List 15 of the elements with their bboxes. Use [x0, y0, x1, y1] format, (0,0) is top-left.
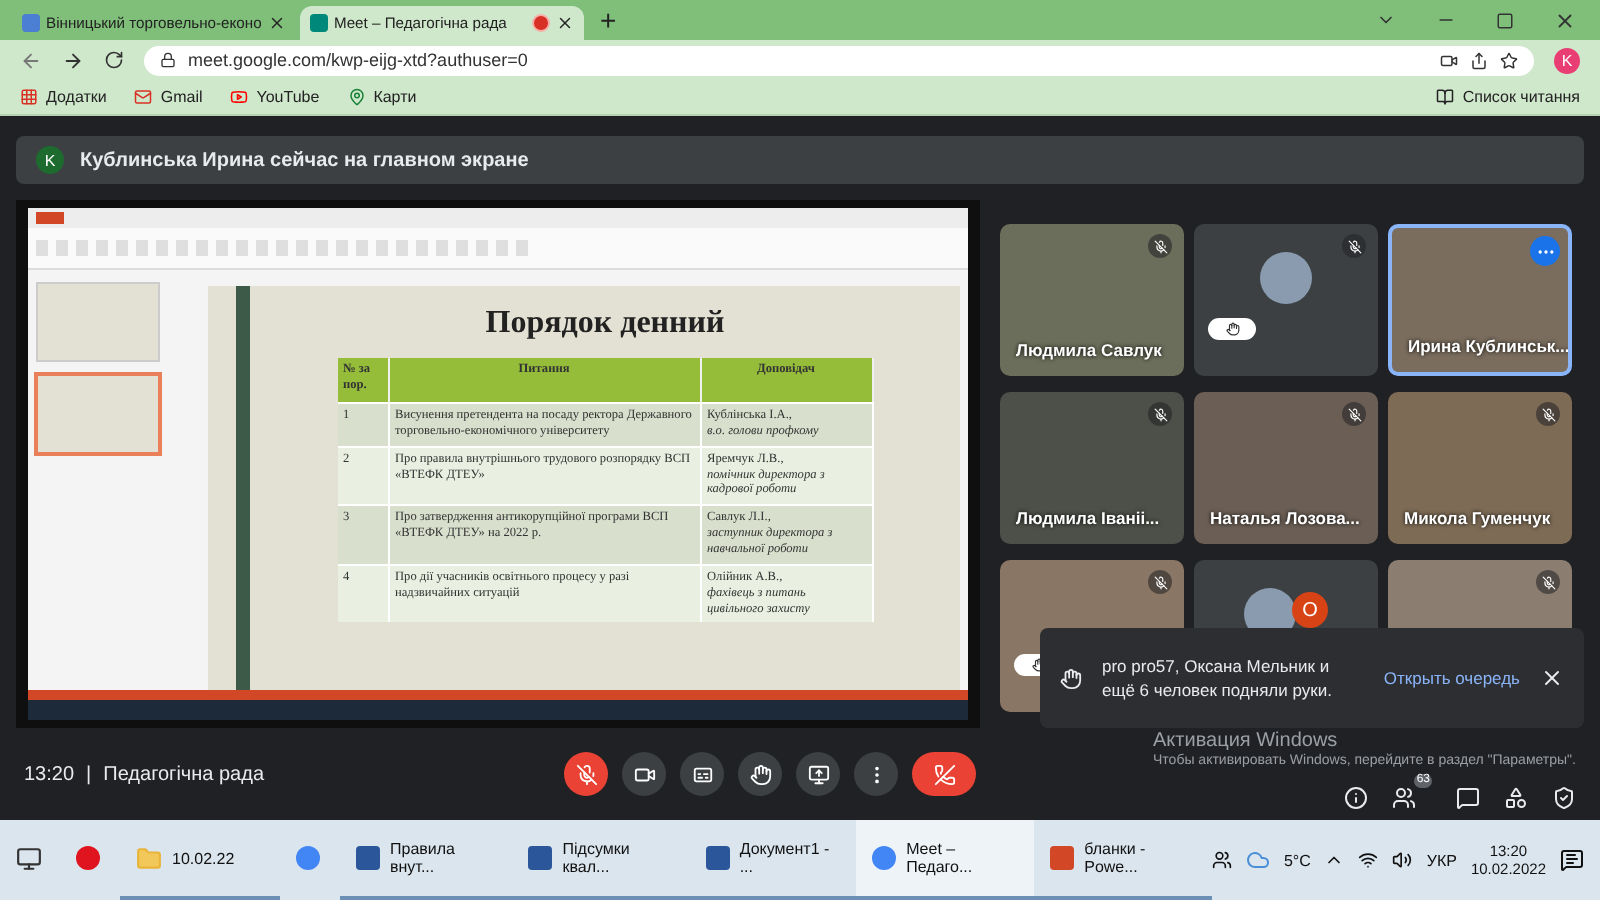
participant-name: Наталья Лозова...: [1210, 508, 1360, 528]
separator: |: [86, 763, 92, 785]
participant-name: Людмила Савлук: [1016, 340, 1162, 360]
slide-title: Порядок денний: [485, 306, 725, 342]
participant-name: Микола Гуменчук: [1404, 508, 1551, 528]
user-avatar: O: [1292, 592, 1328, 628]
meeting-time: 13:20: [24, 763, 75, 785]
participant-name: Ирина Кублинськ...: [1408, 336, 1568, 356]
notification-text: pro pro57, Оксана Мельник и ещё 6 человек подняли руки.: [1102, 653, 1334, 703]
weather-text: 5°C: [1283, 851, 1311, 869]
banner-text: Кублинська Ирина сейчас на главном экране: [80, 149, 529, 171]
meeting-title: Педагогічна рада: [103, 763, 265, 785]
activation-title: Активация Windows: [1153, 730, 1338, 753]
user-avatar: K: [36, 146, 64, 174]
participant-name: Людмила Іваніі...: [1016, 508, 1160, 528]
